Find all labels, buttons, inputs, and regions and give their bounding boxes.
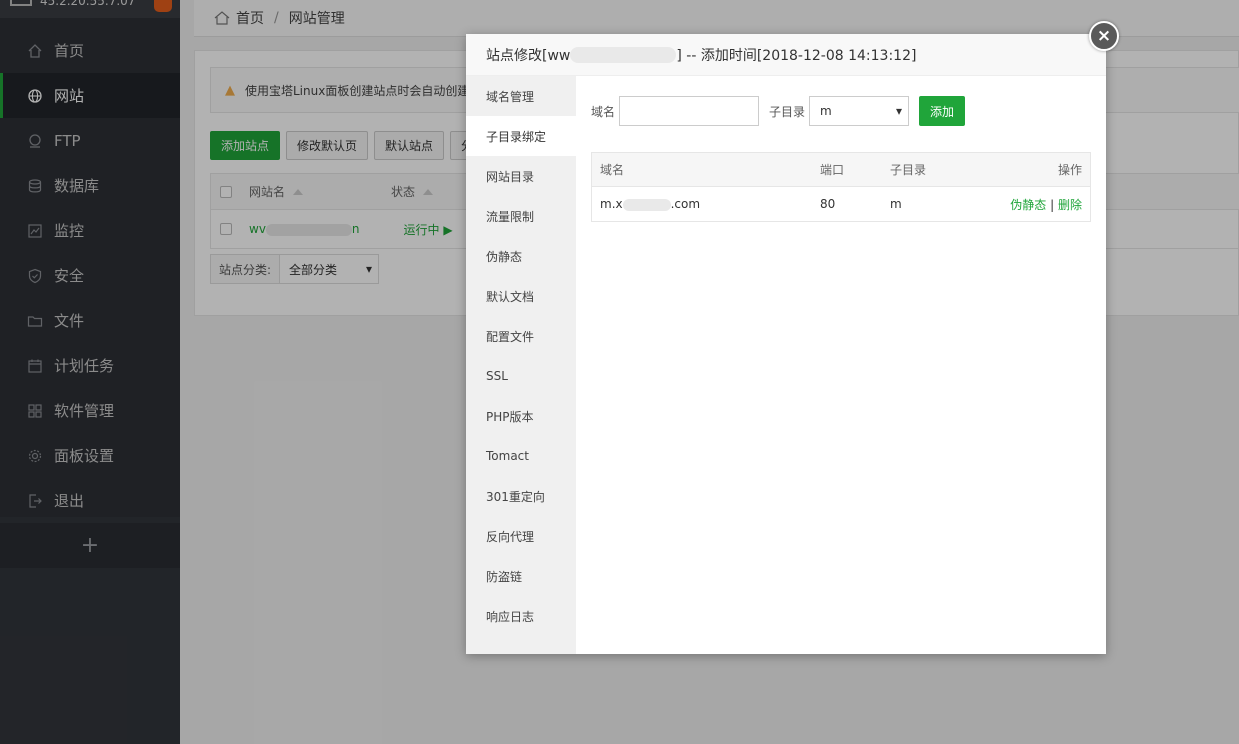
tab-php-version[interactable]: PHP版本 [466,396,576,436]
subdir-table: 域名 端口 子目录 操作 m.x .com 80 m 伪静态 | 删除 [591,152,1091,222]
table-row: m.x .com 80 m 伪静态 | 删除 [592,187,1090,221]
ops-separator: | [1050,197,1055,212]
row-port: 80 [820,197,836,211]
modal-title-suffix: ] -- 添加时间[2018-12-08 14:13:12] [676,47,917,64]
close-icon[interactable]: × [1089,21,1119,51]
tab-redirect[interactable]: 301重定向 [466,476,576,516]
domain-suffix: .com [670,197,701,211]
subdir-table-header: 域名 端口 子目录 操作 [592,153,1090,187]
subdir-select[interactable]: m [809,96,910,126]
tab-site-dir[interactable]: 网站目录 [466,156,576,196]
tab-ssl[interactable]: SSL [466,356,576,396]
row-subdir: m [890,197,902,211]
tab-rewrite[interactable]: 伪静态 [466,236,576,276]
add-button[interactable]: 添加 [919,96,966,126]
subdir-form: 域名 子目录 m 添加 [591,96,966,126]
domain-label: 域名 [591,104,616,119]
modal-title-prefix: 站点修改[ww [486,47,571,64]
col-domain: 域名 [600,163,625,177]
tab-traffic-limit[interactable]: 流量限制 [466,196,576,236]
tab-hotlink[interactable]: 防盗链 [466,556,576,596]
col-port: 端口 [820,163,845,177]
modal-title: 站点修改[ww ] -- 添加时间[2018-12-08 14:13:12] [466,34,1106,76]
delete-link[interactable]: 删除 [1058,198,1082,212]
tab-domain[interactable]: 域名管理 [466,76,576,116]
row-domain: m.x .com [592,197,820,211]
redacted-text [622,198,671,211]
tab-config-file[interactable]: 配置文件 [466,316,576,356]
tab-reverse-proxy[interactable]: 反向代理 [466,516,576,556]
col-subdir: 子目录 [890,163,927,177]
site-edit-modal: 站点修改[ww ] -- 添加时间[2018-12-08 14:13:12] 域… [466,34,1106,654]
row-ops: 伪静态 | 删除 [1000,196,1090,213]
domain-input[interactable] [619,96,760,126]
subdir-label: 子目录 [769,104,806,119]
tab-access-log[interactable]: 响应日志 [466,596,576,636]
col-ops: 操作 [1057,163,1082,177]
modal-body: 域名 子目录 m 添加 域名 端口 子目录 操作 m.x .com 80 m 伪静… [576,76,1106,654]
redacted-text [570,46,677,63]
rewrite-link[interactable]: 伪静态 [1010,198,1046,212]
tab-tomcat[interactable]: Tomact [466,436,576,476]
tab-subdir-binding[interactable]: 子目录绑定 [466,116,576,156]
domain-prefix: m.x [600,197,623,211]
modal-tab-list: 域名管理 子目录绑定 网站目录 流量限制 伪静态 默认文档 配置文件 SSL P… [466,76,576,654]
tab-default-doc[interactable]: 默认文档 [466,276,576,316]
